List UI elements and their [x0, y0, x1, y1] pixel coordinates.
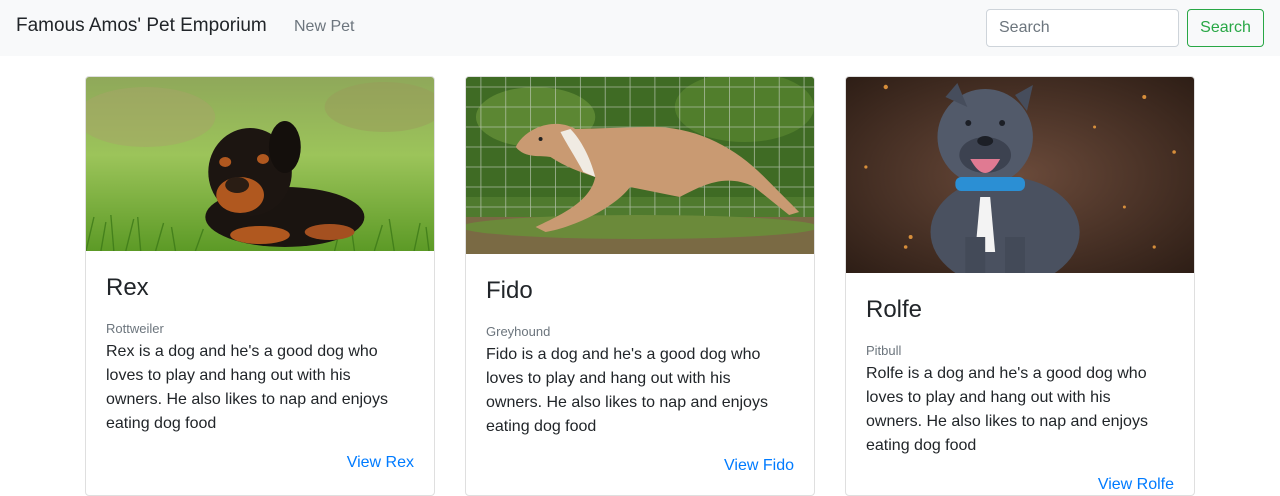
pet-name: Rolfe	[866, 296, 923, 323]
greyhound-running-image	[466, 77, 814, 254]
pet-name: Fido	[486, 277, 533, 304]
pet-photo-rex[interactable]	[86, 77, 434, 251]
search-button[interactable]: Search	[1187, 9, 1264, 47]
view-pet-link[interactable]: View Rex	[106, 451, 414, 475]
pet-card-rex: Rex Rottweiler Rex is a dog and he's a g…	[85, 76, 435, 496]
search-input[interactable]	[986, 9, 1179, 47]
rottweiler-puppy-image	[86, 77, 434, 251]
pet-description: Rex is a dog and he's a good dog who lov…	[106, 343, 388, 432]
pet-name: Rex	[106, 274, 149, 301]
pet-photo-rolfe[interactable]	[846, 77, 1194, 273]
card-body: Rolfe Pitbull Rolfe is a dog and he's a …	[846, 273, 1194, 495]
view-pet-link[interactable]: View Rolfe	[866, 473, 1174, 495]
view-pet-link[interactable]: View Fido	[486, 454, 794, 478]
navbar: Famous Amos' Pet Emporium New Pet Search	[0, 0, 1280, 56]
pet-description: Rolfe is a dog and he's a good dog who l…	[866, 365, 1148, 454]
pet-card-rolfe: Rolfe Pitbull Rolfe is a dog and he's a …	[845, 76, 1195, 496]
card-body: Rex Rottweiler Rex is a dog and he's a g…	[86, 251, 434, 475]
pet-breed: Rottweiler	[106, 321, 164, 336]
brand-link[interactable]: Famous Amos' Pet Emporium	[16, 15, 267, 37]
pet-description: Fido is a dog and he's a good dog who lo…	[486, 346, 768, 435]
pet-breed: Greyhound	[486, 324, 551, 339]
pitbull-image	[846, 77, 1194, 273]
card-body: Fido Greyhound Fido is a dog and he's a …	[466, 254, 814, 478]
pet-breed: Pitbull	[866, 343, 902, 358]
new-pet-link[interactable]: New Pet	[294, 18, 354, 36]
pet-photo-fido[interactable]	[466, 77, 814, 254]
pet-card-fido: Fido Greyhound Fido is a dog and he's a …	[465, 76, 815, 496]
